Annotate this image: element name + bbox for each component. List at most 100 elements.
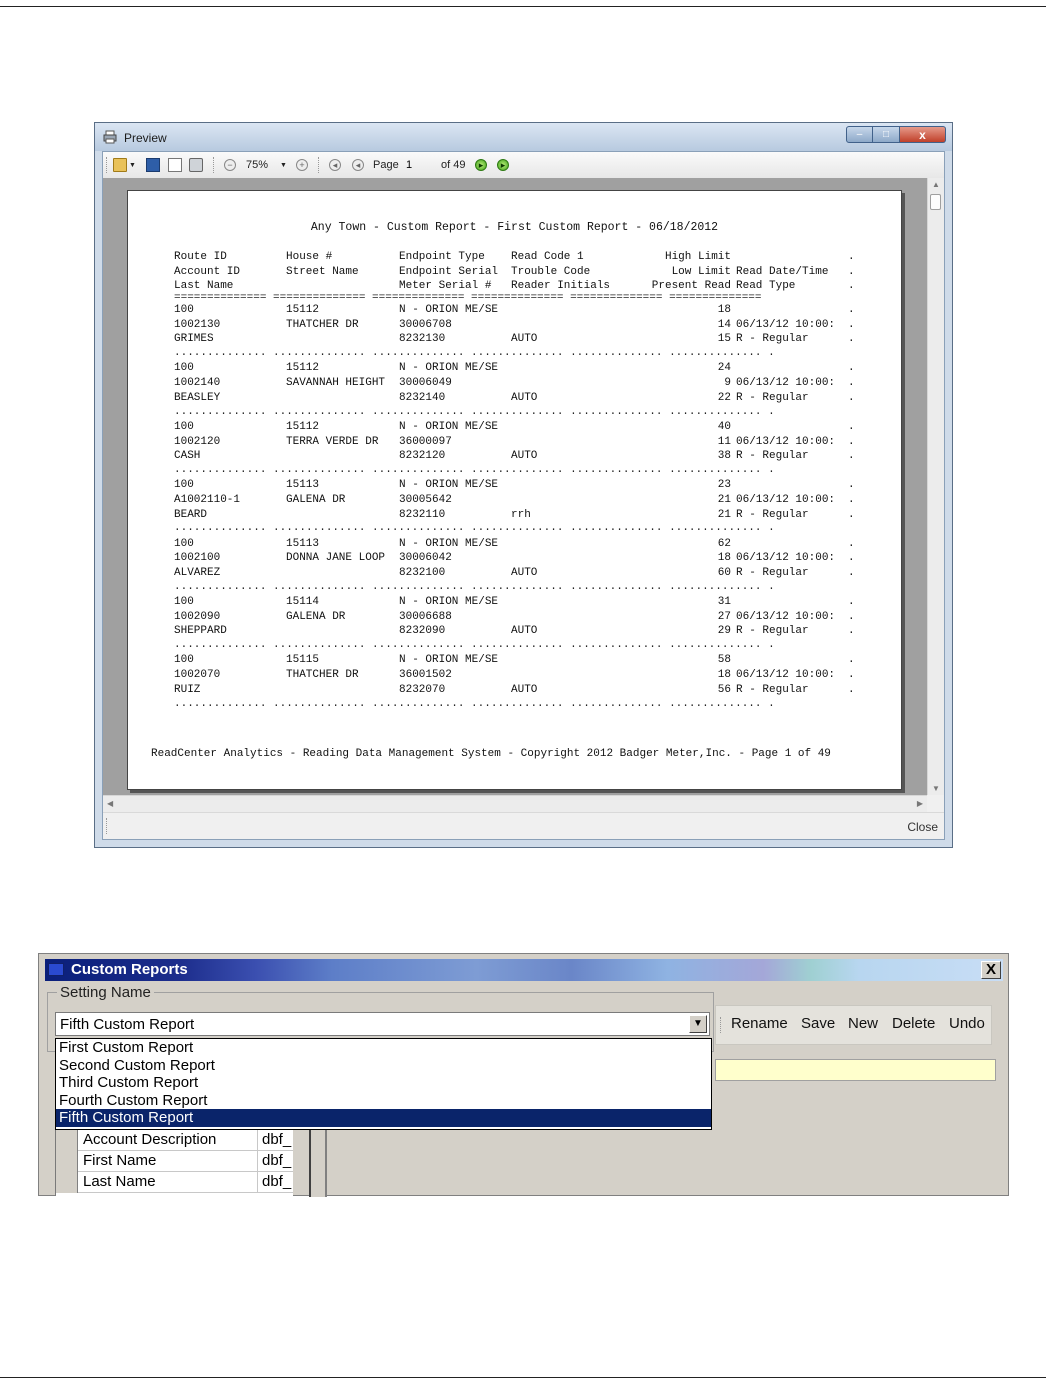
report-cell: BEARD — [174, 508, 208, 521]
report-cell: 8232070 — [399, 683, 446, 696]
next-page-button[interactable]: ▸ — [475, 158, 487, 172]
maximize-button[interactable]: □ — [873, 126, 900, 143]
report-cell: THATCHER DR — [286, 669, 359, 682]
report-cell: Low Limit — [671, 265, 731, 278]
prev-page-button[interactable]: ◂ — [352, 158, 364, 172]
preview-body: ▼ − 75% ▼ + ◂ ◂ Page of 49 ▸ ▸ Any Town -… — [102, 151, 945, 840]
close-dialog-button[interactable]: X — [981, 961, 1001, 979]
report-cell: House # — [286, 251, 333, 263]
report-cell: N - ORION ME/SE — [399, 596, 499, 608]
report-cell: 22 — [717, 391, 731, 404]
new-button[interactable]: New — [848, 1015, 878, 1032]
report-cell: 8232130 — [399, 333, 446, 346]
row-header[interactable] — [56, 1151, 78, 1172]
setting-name-combobox[interactable]: Fifth Custom Report ▼ — [55, 1012, 710, 1036]
field-name: First Name — [83, 1152, 157, 1169]
vertical-scroll-thumb[interactable] — [930, 194, 941, 210]
minimize-button[interactable]: – — [846, 126, 873, 143]
record-separator: .............. .............. ..........… — [174, 697, 775, 710]
minimize-icon: – — [856, 129, 863, 140]
scroll-left-icon[interactable]: ◀ — [107, 799, 113, 808]
dropdown-option-selected[interactable]: Fifth Custom Report — [56, 1109, 711, 1127]
page-setup-button[interactable] — [168, 158, 182, 172]
custom-reports-titlebar[interactable]: Custom Reports X — [45, 959, 1003, 981]
report-cell: AUTO — [511, 391, 538, 404]
zoom-out-button[interactable]: − — [224, 158, 236, 172]
report-cell: 40 — [717, 420, 731, 433]
report-cell: . — [848, 304, 855, 316]
table-row[interactable]: Last Name dbf_ — [56, 1172, 293, 1193]
toolbar-separator — [213, 157, 216, 173]
toolbar-grip[interactable] — [106, 157, 109, 173]
report-cell: Account ID — [174, 265, 241, 278]
toolbar-grip[interactable] — [720, 1017, 723, 1033]
panel-splitter[interactable] — [309, 1130, 327, 1197]
first-page-button[interactable]: ◂ — [329, 158, 341, 172]
report-cell: 100 — [174, 479, 194, 492]
rename-button[interactable]: Rename — [731, 1015, 788, 1032]
dropdown-option[interactable]: Third Custom Report — [56, 1074, 711, 1092]
combo-dropdown-button[interactable]: ▼ — [689, 1015, 707, 1033]
page-number-input[interactable] — [406, 158, 436, 172]
print-button[interactable] — [189, 158, 203, 172]
report-cell: A1002110-1 — [174, 493, 241, 506]
close-icon: x — [919, 127, 926, 142]
report-viewer[interactable]: Any Town - Custom Report - First Custom … — [103, 178, 927, 795]
report-cell: AUTO — [511, 683, 538, 696]
report-cell: 21 — [717, 508, 731, 521]
report-cell: R - Regular — [736, 625, 809, 638]
table-row[interactable]: Account Description dbf_ — [56, 1130, 293, 1151]
zoom-select[interactable]: 75% ▼ — [246, 158, 287, 172]
close-window-button[interactable]: x — [900, 126, 946, 143]
report-cell: 15112 — [286, 420, 320, 433]
report-cell: 14 — [717, 318, 731, 331]
zoom-out-icon: − — [224, 159, 236, 171]
report-cell: 27 — [717, 610, 731, 623]
save-button[interactable] — [146, 158, 160, 172]
zoom-in-button[interactable]: + — [296, 158, 308, 172]
undo-button[interactable]: Undo — [949, 1015, 985, 1032]
last-page-icon: ▸ — [497, 159, 509, 171]
custom-reports-title: Custom Reports — [71, 961, 188, 978]
open-button[interactable]: ▼ — [113, 158, 136, 172]
report-cell: N - ORION ME/SE — [399, 420, 499, 433]
page-number-field[interactable] — [406, 158, 436, 172]
delete-button[interactable]: Delete — [892, 1015, 935, 1032]
report-cell: N - ORION ME/SE — [399, 654, 499, 667]
preview-titlebar[interactable]: Preview – □ x — [95, 123, 952, 151]
report-cell: 1002130 — [174, 318, 221, 331]
dropdown-option[interactable]: First Custom Report — [56, 1039, 711, 1057]
last-page-button[interactable]: ▸ — [497, 158, 509, 172]
save-icon — [146, 158, 160, 172]
report-cell: 1002100 — [174, 552, 221, 565]
next-page-icon: ▸ — [475, 159, 487, 171]
row-header[interactable] — [56, 1172, 78, 1193]
report-cell: N - ORION ME/SE — [399, 537, 499, 550]
horizontal-scrollbar[interactable]: ◀ ▶ — [103, 795, 927, 812]
setting-name-label: Setting Name — [57, 984, 154, 1001]
dropdown-option[interactable]: Second Custom Report — [56, 1057, 711, 1075]
save-button[interactable]: Save — [801, 1015, 835, 1032]
close-button[interactable]: Close — [907, 820, 938, 834]
custom-reports-window: Custom Reports X Setting Name Fifth Cust… — [38, 953, 1009, 1197]
report-cell: . — [848, 280, 855, 293]
report-cell: 30006708 — [399, 318, 452, 331]
vertical-scrollbar[interactable]: ▲ ▼ — [927, 178, 944, 795]
table-row[interactable]: First Name dbf_ — [56, 1151, 293, 1172]
report-cell: . — [848, 479, 855, 492]
scroll-up-icon[interactable]: ▲ — [932, 180, 940, 189]
report-cell: 8232100 — [399, 567, 446, 579]
report-cell: 1002090 — [174, 610, 221, 623]
report-cell: . — [848, 669, 855, 682]
report-cell: 06/13/12 10:00: — [736, 435, 836, 448]
report-cell: DONNA JANE LOOP — [286, 552, 386, 565]
report-cell: AUTO — [511, 567, 538, 579]
report-cell: 30006042 — [399, 552, 452, 565]
report-cell: . — [848, 333, 855, 346]
dropdown-option[interactable]: Fourth Custom Report — [56, 1092, 711, 1110]
scroll-down-icon[interactable]: ▼ — [932, 784, 940, 793]
report-cell: 06/13/12 10:00: — [736, 552, 836, 565]
report-cell: 15112 — [286, 304, 320, 316]
scroll-right-icon[interactable]: ▶ — [917, 799, 923, 808]
row-header[interactable] — [56, 1130, 78, 1151]
